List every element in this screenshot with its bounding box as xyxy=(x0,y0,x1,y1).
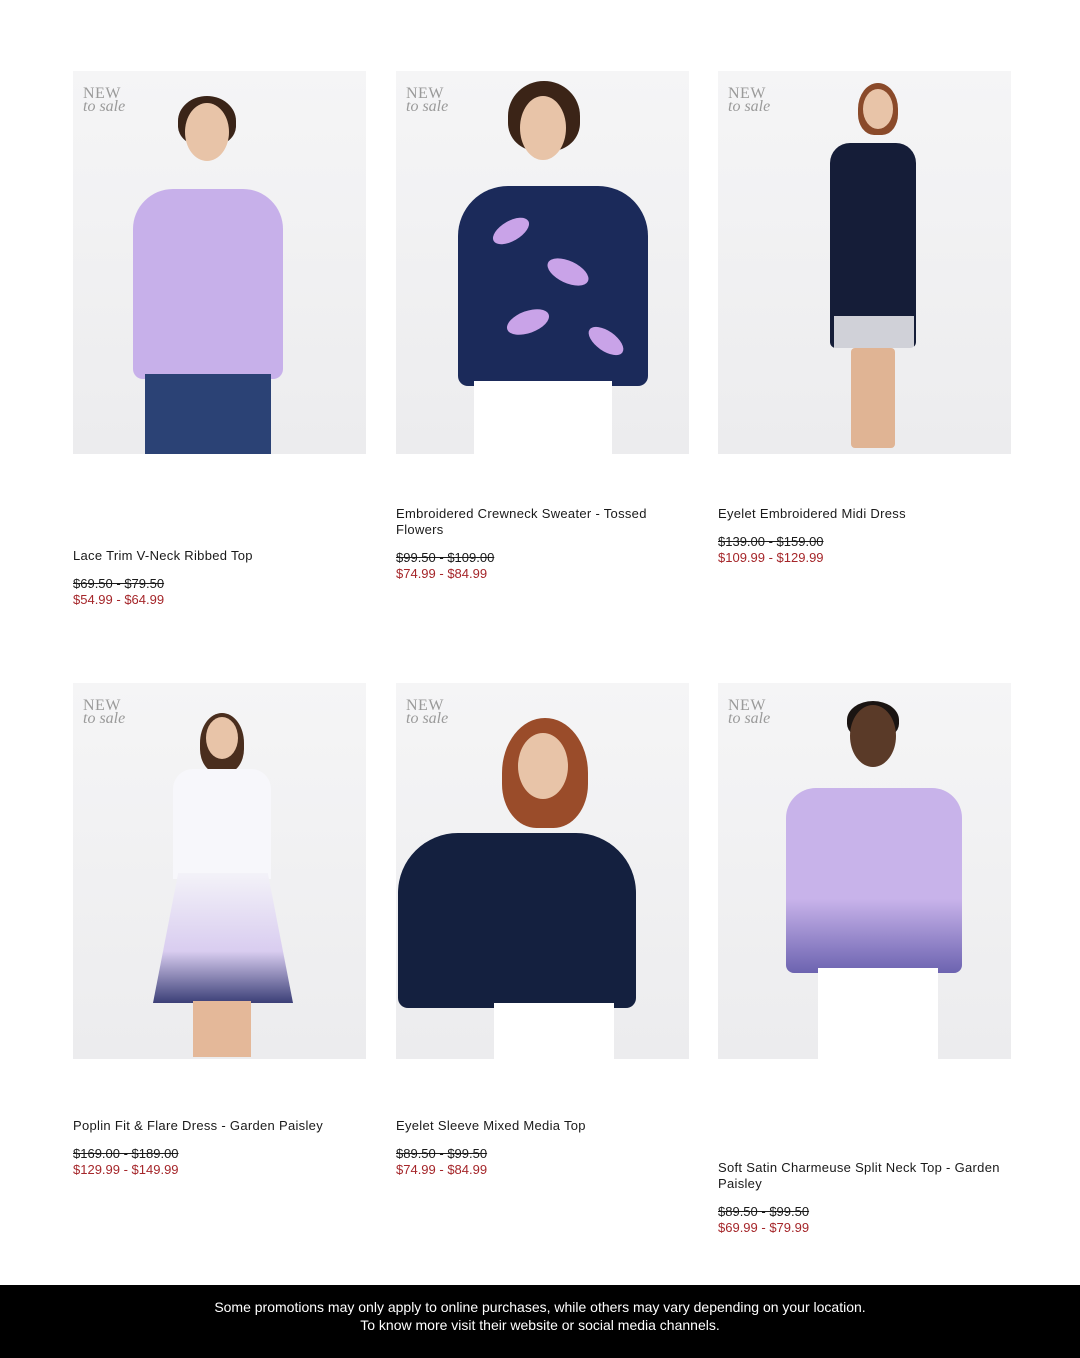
original-price: $89.50 - $99.50 xyxy=(718,1204,810,1219)
badge-line2: to sale xyxy=(406,710,449,727)
product-image[interactable]: NEW to sale xyxy=(73,683,366,1059)
product-name[interactable]: Soft Satin Charmeuse Split Neck Top - Ga… xyxy=(718,1160,1011,1192)
product-name[interactable]: Eyelet Sleeve Mixed Media Top xyxy=(396,1118,689,1134)
product-name[interactable]: Lace Trim V-Neck Ribbed Top xyxy=(73,548,366,564)
original-price: $99.50 - $109.00 xyxy=(396,550,495,565)
product-card[interactable]: NEW to sale Poplin Fit & Flare Dress - G… xyxy=(73,683,366,1177)
new-to-sale-badge: NEW to sale xyxy=(406,86,449,115)
product-info: Eyelet Embroidered Midi Dress $139.00 - … xyxy=(718,506,1011,566)
badge-line2: to sale xyxy=(406,98,449,115)
product-image[interactable]: NEW to sale xyxy=(718,683,1011,1059)
product-card[interactable]: NEW to sale Eyelet Sleeve Mixed Media To… xyxy=(396,683,689,1177)
new-to-sale-badge: NEW to sale xyxy=(83,86,126,115)
product-info: Embroidered Crewneck Sweater - Tossed Fl… xyxy=(396,506,689,582)
disclaimer-line-1: Some promotions may only apply to online… xyxy=(214,1299,866,1315)
product-info: Poplin Fit & Flare Dress - Garden Paisle… xyxy=(73,1118,366,1178)
sale-price: $129.99 - $149.99 xyxy=(73,1162,179,1177)
new-to-sale-badge: NEW to sale xyxy=(406,698,449,727)
product-grid-page: NEW to sale Lace Trim V-Neck Ribbed Top … xyxy=(0,0,1080,1358)
sale-price: $69.99 - $79.99 xyxy=(718,1220,810,1235)
product-name[interactable]: Embroidered Crewneck Sweater - Tossed Fl… xyxy=(396,506,689,538)
promotions-disclaimer-banner: Some promotions may only apply to online… xyxy=(0,1285,1080,1358)
product-card[interactable]: NEW to sale Soft Satin Charmeuse Split N… xyxy=(718,683,1011,1235)
sale-price: $74.99 - $84.99 xyxy=(396,1162,488,1177)
new-to-sale-badge: NEW to sale xyxy=(83,698,126,727)
badge-line2: to sale xyxy=(728,710,771,727)
sale-price: $54.99 - $64.99 xyxy=(73,592,165,607)
product-card[interactable]: NEW to sale Embroidered Crewneck Sweater… xyxy=(396,71,689,581)
product-name[interactable]: Poplin Fit & Flare Dress - Garden Paisle… xyxy=(73,1118,366,1134)
badge-line2: to sale xyxy=(83,98,126,115)
new-to-sale-badge: NEW to sale xyxy=(728,698,771,727)
new-to-sale-badge: NEW to sale xyxy=(728,86,771,115)
original-price: $69.50 - $79.50 xyxy=(73,576,165,591)
product-name[interactable]: Eyelet Embroidered Midi Dress xyxy=(718,506,1011,522)
original-price: $89.50 - $99.50 xyxy=(396,1146,488,1161)
product-image[interactable]: NEW to sale xyxy=(396,683,689,1059)
product-image[interactable]: NEW to sale xyxy=(396,71,689,454)
original-price: $139.00 - $159.00 xyxy=(718,534,824,549)
disclaimer-line-2: To know more visit their website or soci… xyxy=(360,1317,720,1333)
product-image[interactable]: NEW to sale xyxy=(718,71,1011,454)
sale-price: $74.99 - $84.99 xyxy=(396,566,488,581)
product-card[interactable]: NEW to sale Lace Trim V-Neck Ribbed Top … xyxy=(73,71,366,607)
original-price: $169.00 - $189.00 xyxy=(73,1146,179,1161)
product-info: Soft Satin Charmeuse Split Neck Top - Ga… xyxy=(718,1160,1011,1236)
badge-line2: to sale xyxy=(728,98,771,115)
sale-price: $109.99 - $129.99 xyxy=(718,550,824,565)
product-image[interactable]: NEW to sale xyxy=(73,71,366,454)
product-info: Eyelet Sleeve Mixed Media Top $89.50 - $… xyxy=(396,1118,689,1178)
product-card[interactable]: NEW to sale Eyelet Embroidered Midi Dres… xyxy=(718,71,1011,565)
product-info: Lace Trim V-Neck Ribbed Top $69.50 - $79… xyxy=(73,548,366,608)
badge-line2: to sale xyxy=(83,710,126,727)
